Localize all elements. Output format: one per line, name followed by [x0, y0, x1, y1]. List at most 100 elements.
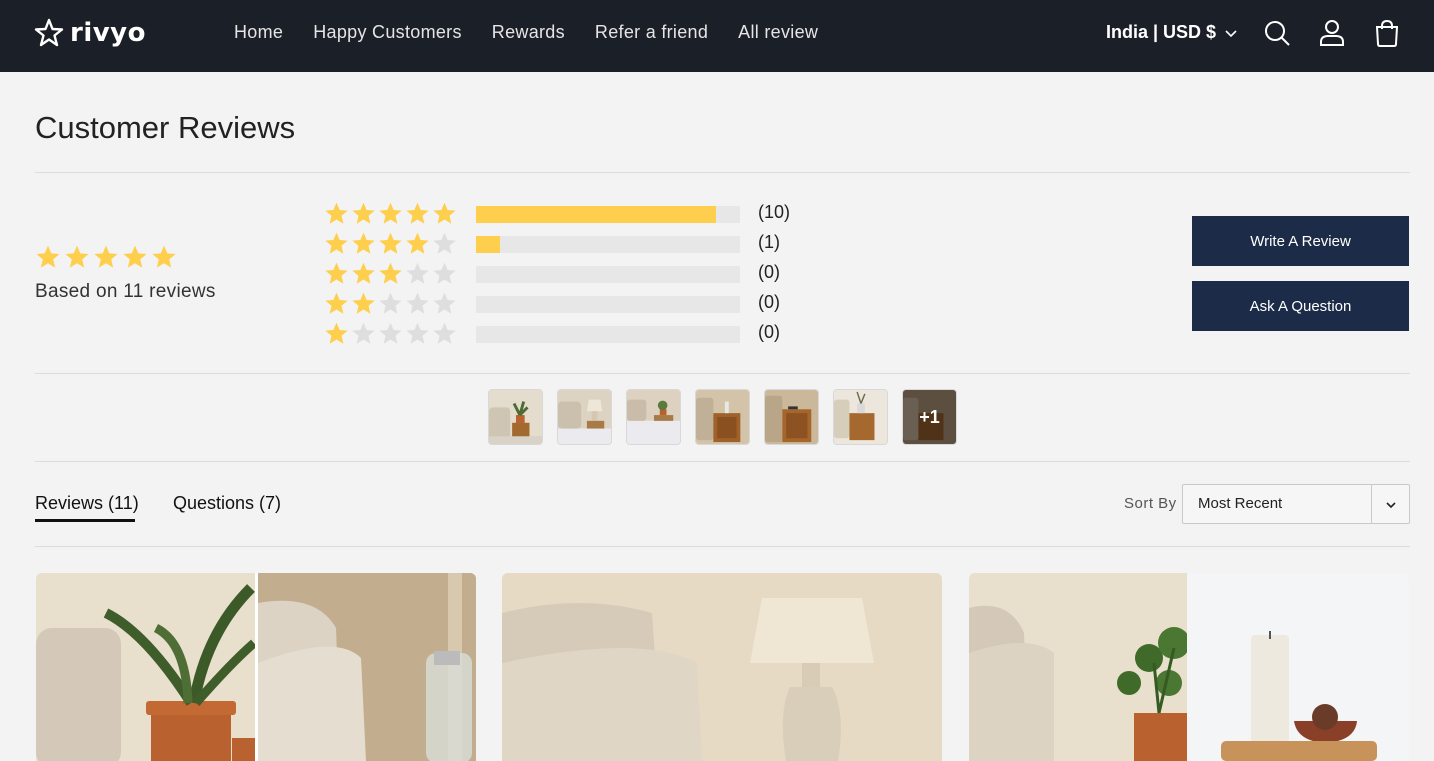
- logo-star-icon: [34, 18, 64, 47]
- divider: [35, 546, 1410, 547]
- rating-row-stars: [324, 231, 457, 256]
- review-photo-thumbnail[interactable]: [833, 389, 888, 445]
- tab-questions[interactable]: Questions (7): [173, 493, 281, 514]
- locale-selector[interactable]: India | USD $: [1106, 22, 1238, 43]
- nav-refer-a-friend[interactable]: Refer a friend: [595, 22, 708, 43]
- star-filled-icon: [379, 262, 402, 284]
- rating-row-4-star[interactable]: (1): [324, 230, 780, 256]
- star-empty-icon: [433, 262, 456, 284]
- average-rating-stars: [35, 244, 177, 270]
- star-empty-icon: [379, 322, 402, 344]
- rating-bar-track: [476, 296, 740, 313]
- star-filled-icon: [123, 245, 147, 268]
- write-review-button[interactable]: Write A Review: [1192, 216, 1409, 266]
- review-photo-thumbnail[interactable]: [764, 389, 819, 445]
- review-card[interactable]: [36, 573, 476, 761]
- chevron-down-icon: [1225, 29, 1237, 37]
- cart-icon[interactable]: [1373, 18, 1401, 48]
- rating-bar-fill: [476, 206, 717, 223]
- rating-count: (0): [758, 262, 780, 282]
- star-filled-icon: [152, 245, 176, 268]
- rating-row-stars: [324, 291, 457, 316]
- review-photo: [969, 573, 1409, 761]
- star-empty-icon: [352, 322, 375, 344]
- nav-home[interactable]: Home: [234, 22, 283, 43]
- star-filled-icon: [325, 202, 348, 224]
- search-icon[interactable]: [1263, 18, 1291, 48]
- rating-bar-track: [476, 266, 740, 283]
- divider: [35, 461, 1410, 462]
- locale-label: India | USD $: [1106, 22, 1217, 42]
- select-divider: [1371, 485, 1372, 523]
- review-card[interactable]: [969, 573, 1409, 761]
- star-filled-icon: [94, 245, 118, 268]
- sort-by-label: Sort By: [1124, 495, 1177, 512]
- review-photo-gallery: +1: [488, 389, 957, 445]
- star-empty-icon: [433, 322, 456, 344]
- ask-question-button[interactable]: Ask A Question: [1192, 281, 1409, 331]
- star-empty-icon: [379, 292, 402, 314]
- more-photos-count: +1: [903, 390, 956, 444]
- star-filled-icon: [433, 202, 456, 224]
- star-filled-icon: [352, 262, 375, 284]
- review-photo-thumbnail[interactable]: [695, 389, 750, 445]
- star-filled-icon: [325, 262, 348, 284]
- star-filled-icon: [406, 232, 429, 254]
- nav-all-review[interactable]: All review: [738, 22, 818, 43]
- rating-row-stars: [324, 261, 457, 286]
- rating-row-3-star[interactable]: (0): [324, 260, 780, 286]
- rating-bar-track: [476, 236, 740, 253]
- active-tab-indicator: [35, 519, 135, 522]
- star-filled-icon: [379, 232, 402, 254]
- nav-rewards[interactable]: Rewards: [492, 22, 565, 43]
- review-count-text: Based on 11 reviews: [35, 281, 216, 302]
- sort-selected-value: Most Recent: [1198, 495, 1283, 512]
- rating-bar-track: [476, 326, 740, 343]
- review-photo: [502, 573, 942, 761]
- rating-row-5-star[interactable]: (10): [324, 200, 790, 226]
- star-filled-icon: [406, 202, 429, 224]
- page-title: Customer Reviews: [35, 110, 296, 145]
- review-photo-thumbnail[interactable]: [557, 389, 612, 445]
- rating-bar-fill: [476, 236, 500, 253]
- account-icon[interactable]: [1318, 18, 1346, 48]
- star-empty-icon: [433, 292, 456, 314]
- star-filled-icon: [325, 232, 348, 254]
- star-filled-icon: [325, 322, 348, 344]
- brand-logo[interactable]: rivyo: [34, 16, 146, 50]
- nav-happy-customers[interactable]: Happy Customers: [313, 22, 462, 43]
- star-empty-icon: [406, 262, 429, 284]
- divider: [35, 373, 1410, 374]
- star-filled-icon: [352, 292, 375, 314]
- divider: [35, 172, 1410, 173]
- rating-count: (0): [758, 322, 780, 342]
- review-card[interactable]: [502, 573, 942, 761]
- star-filled-icon: [65, 245, 89, 268]
- top-navigation-bar: rivyo Home Happy Customers Rewards Refer…: [0, 0, 1434, 72]
- sort-select[interactable]: Most Recent: [1182, 484, 1410, 524]
- chevron-down-icon: [1386, 502, 1396, 509]
- star-filled-icon: [379, 202, 402, 224]
- main-nav: Home Happy Customers Rewards Refer a fri…: [234, 22, 818, 43]
- review-photo-thumbnail[interactable]: [626, 389, 681, 445]
- brand-name: rivyo: [70, 18, 146, 48]
- rating-count: (1): [758, 232, 780, 252]
- rating-row-stars: [324, 201, 457, 226]
- star-filled-icon: [325, 292, 348, 314]
- star-filled-icon: [36, 245, 60, 268]
- review-photo-thumbnail[interactable]: [488, 389, 543, 445]
- star-empty-icon: [406, 322, 429, 344]
- star-empty-icon: [433, 232, 456, 254]
- review-photo-thumbnail-more[interactable]: +1: [902, 389, 957, 445]
- rating-count: (0): [758, 292, 780, 312]
- star-filled-icon: [352, 202, 375, 224]
- star-filled-icon: [352, 232, 375, 254]
- rating-row-stars: [324, 321, 457, 346]
- rating-count: (10): [758, 202, 791, 222]
- star-empty-icon: [406, 292, 429, 314]
- rating-bar-track: [476, 206, 740, 223]
- rating-row-2-star[interactable]: (0): [324, 290, 780, 316]
- review-photo: [36, 573, 476, 761]
- rating-row-1-star[interactable]: (0): [324, 320, 780, 346]
- tab-reviews[interactable]: Reviews (11): [35, 493, 139, 514]
